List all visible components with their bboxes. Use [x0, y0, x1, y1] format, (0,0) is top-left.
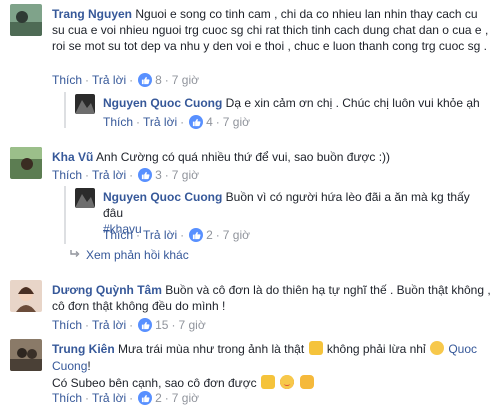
comment-body: Trang Nguyen Nguoi e song co tinh cam , … [52, 6, 492, 54]
like-count[interactable]: 3 [155, 168, 162, 182]
reply-arrow-icon [70, 248, 80, 262]
comment-text: Mưa trái mùa như trong ảnh là thật [118, 342, 305, 356]
like-thumb-icon [138, 391, 153, 405]
view-more-label[interactable]: Xem phản hồi khác [86, 248, 189, 262]
reply-thread-line [64, 186, 66, 244]
comment-actions: Thích · Trả lời · 3 · 7 giờ [52, 168, 199, 182]
timestamp[interactable]: 7 giờ [172, 391, 199, 405]
comment-author[interactable]: Trang Nguyen [52, 7, 132, 21]
like-link[interactable]: Thích [103, 115, 133, 129]
avatar[interactable] [10, 339, 42, 371]
separator: · [171, 318, 176, 332]
clapping-hands-emoji-icon [299, 375, 314, 389]
separator: · [129, 391, 134, 405]
comment-text: Có Subeo bên cạnh, sao cô đơn được [52, 376, 257, 390]
like-count[interactable]: 4 [206, 115, 213, 129]
avatar[interactable] [10, 280, 42, 312]
like-link[interactable]: Thích [52, 73, 82, 87]
separator: · [164, 168, 169, 182]
avatar[interactable] [75, 94, 95, 114]
comment-body: Dương Quỳnh Tâm Buồn và cô đơn là do thi… [52, 282, 492, 314]
like-thumb-icon [138, 318, 153, 332]
reply-thread-line [64, 92, 66, 128]
comment-author[interactable]: Nguyen Quoc Cuong [103, 190, 222, 204]
comment-author[interactable]: Dương Quỳnh Tâm [52, 283, 162, 297]
timestamp[interactable]: 7 giờ [178, 318, 205, 332]
like-link[interactable]: Thích [52, 168, 82, 182]
comment-author[interactable]: Nguyen Quoc Cuong [103, 96, 222, 110]
like-thumb-icon [138, 168, 153, 182]
comment-actions: Thích · Trả lời · 2 · 7 giờ [103, 228, 250, 242]
avatar[interactable] [75, 188, 95, 208]
comment-body: Trung Kiên Mưa trái mùa như trong ảnh là… [52, 341, 492, 392]
separator: · [85, 168, 90, 182]
like-link[interactable]: Thích [52, 391, 82, 405]
separator: · [129, 168, 134, 182]
comment-text: Anh Cường có quá nhiều thứ để vui, sao b… [96, 150, 391, 164]
separator: · [129, 73, 134, 87]
like-thumb-icon [189, 228, 204, 242]
separator: · [136, 115, 141, 129]
view-more-replies-link[interactable]: Xem phản hồi khác [70, 248, 189, 262]
separator: · [180, 115, 185, 129]
comment-text: không phải lừa nhỉ [326, 342, 426, 356]
grin-emoji-icon [430, 341, 444, 355]
heart-eyes-emoji-icon [280, 375, 295, 389]
like-link[interactable]: Thích [103, 228, 133, 242]
separator: · [215, 228, 220, 242]
comment-author[interactable]: Trung Kiên [52, 342, 115, 356]
like-count[interactable]: 2 [206, 228, 213, 242]
separator: · [136, 228, 141, 242]
like-count[interactable]: 8 [155, 73, 162, 87]
like-count[interactable]: 2 [155, 391, 162, 405]
reply-link[interactable]: Trả lời [143, 115, 177, 129]
separator: · [164, 73, 169, 87]
reply-link[interactable]: Trả lời [92, 391, 126, 405]
comment-body: Kha Vũ Anh Cường có quá nhiều thứ để vui… [52, 149, 492, 165]
avatar[interactable] [10, 147, 42, 179]
comment-actions: Thích · Trả lời · 4 · 7 giờ [103, 115, 250, 129]
reply-link[interactable]: Trả lời [92, 168, 126, 182]
separator: · [215, 115, 220, 129]
separator: · [85, 73, 90, 87]
timestamp[interactable]: 7 giờ [223, 228, 250, 242]
comment-text: ! [87, 359, 91, 373]
like-count[interactable]: 15 [155, 318, 168, 332]
comment-actions: Thích · Trả lời · 2 · 7 giờ [52, 391, 199, 405]
comment-text: Dạ e xin cảm ơn chị . Chúc chị luôn vui … [225, 96, 480, 110]
thumbs-up-emoji-icon [308, 341, 323, 355]
comment-author[interactable]: Kha Vũ [52, 150, 93, 164]
like-thumb-icon [189, 115, 204, 129]
reply-link[interactable]: Trả lời [92, 73, 126, 87]
like-thumb-icon [138, 73, 153, 87]
reply-link[interactable]: Trả lời [92, 318, 126, 332]
separator: · [129, 318, 134, 332]
thumbs-up-emoji-icon [260, 375, 275, 389]
separator: · [164, 391, 169, 405]
comment-body: Nguyen Quoc Cuong Dạ e xin cảm ơn chị . … [103, 95, 493, 111]
timestamp[interactable]: 7 giờ [172, 168, 199, 182]
comment-actions: Thích · Trả lời · 8 · 7 giờ [52, 73, 199, 87]
separator: · [180, 228, 185, 242]
separator: · [85, 318, 90, 332]
avatar[interactable] [10, 4, 42, 36]
timestamp[interactable]: 7 giờ [172, 73, 199, 87]
separator: · [85, 391, 90, 405]
reply-link[interactable]: Trả lời [143, 228, 177, 242]
comment-actions: Thích · Trả lời · 15 · 7 giờ [52, 318, 206, 332]
like-link[interactable]: Thích [52, 318, 82, 332]
timestamp[interactable]: 7 giờ [223, 115, 250, 129]
